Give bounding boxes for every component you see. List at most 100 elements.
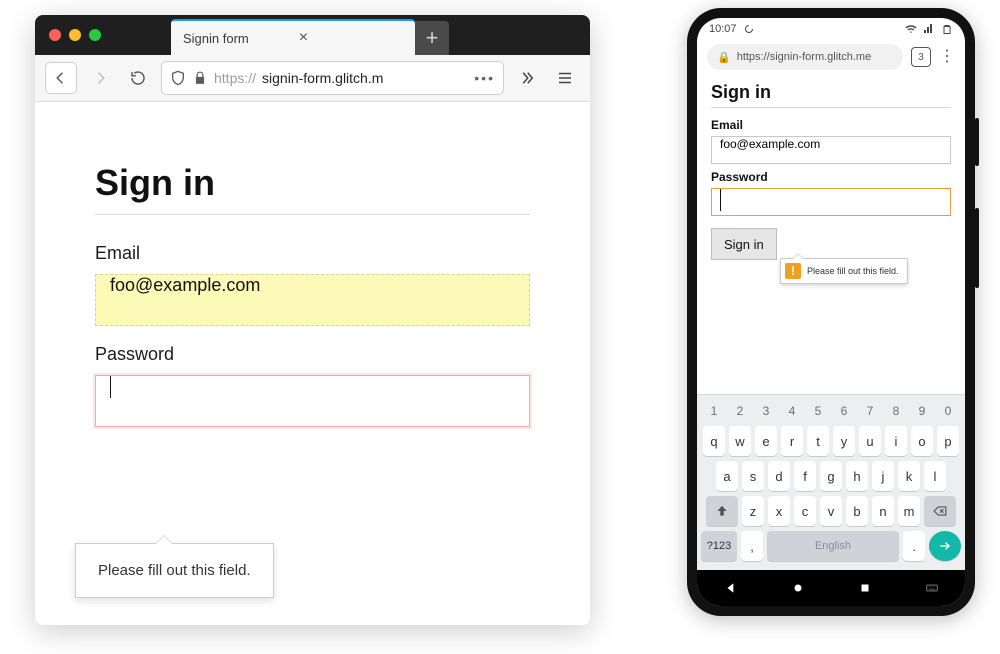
key-x[interactable]: x xyxy=(768,496,790,526)
nav-keyboard-button[interactable] xyxy=(924,580,940,596)
minimize-window-button[interactable] xyxy=(69,29,81,41)
key-3[interactable]: 3 xyxy=(755,401,777,421)
mobile-browser-toolbar: 🔒 https://signin-form.glitch.me 3 ⋮ xyxy=(697,40,965,74)
key-a[interactable]: a xyxy=(716,461,738,491)
text-caret xyxy=(110,376,111,398)
text-caret xyxy=(720,189,721,211)
site-info-icon[interactable]: ••• xyxy=(474,70,495,86)
key-o[interactable]: o xyxy=(911,426,933,456)
key-f[interactable]: f xyxy=(794,461,816,491)
browser-toolbar: https:// signin-form.glitch.m ••• xyxy=(35,55,590,102)
validation-tooltip: ! Please fill out this field. xyxy=(780,258,908,284)
reload-button[interactable] xyxy=(123,63,153,93)
back-button[interactable] xyxy=(45,62,77,94)
key-n[interactable]: n xyxy=(872,496,894,526)
android-navbar xyxy=(697,570,965,606)
email-field[interactable]: foo@example.com xyxy=(711,136,951,164)
password-label: Password xyxy=(95,344,530,365)
password-field[interactable] xyxy=(95,375,530,427)
validation-tooltip: Please fill out this field. xyxy=(75,543,274,598)
password-field[interactable] xyxy=(711,188,951,216)
address-bar[interactable]: https:// signin-form.glitch.m ••• xyxy=(161,61,504,95)
phone-side-button xyxy=(975,208,979,288)
enter-key[interactable] xyxy=(929,531,961,561)
key-1[interactable]: 1 xyxy=(703,401,725,421)
chevron-double-right-icon xyxy=(518,69,536,87)
backspace-key[interactable] xyxy=(924,496,956,526)
url-host: signin-form.glitch.m xyxy=(262,70,383,86)
hamburger-menu-button[interactable] xyxy=(550,63,580,93)
desktop-browser-window: Signin form × + https:// signin-form.glit… xyxy=(35,15,590,625)
reload-icon xyxy=(129,69,147,87)
key-l[interactable]: l xyxy=(924,461,946,491)
key-q[interactable]: q xyxy=(703,426,725,456)
status-time: 10:07 xyxy=(709,23,737,35)
phone-side-button xyxy=(975,118,979,166)
key-i[interactable]: i xyxy=(885,426,907,456)
mobile-url: https://signin-form.glitch.me xyxy=(737,51,872,63)
keyboard-icon xyxy=(925,581,939,595)
browser-tab[interactable]: Signin form × xyxy=(171,19,415,55)
lock-icon: 🔒 xyxy=(717,51,731,64)
arrow-right-icon xyxy=(938,539,952,553)
shift-key[interactable] xyxy=(706,496,738,526)
key-j[interactable]: j xyxy=(872,461,894,491)
key-8[interactable]: 8 xyxy=(885,401,907,421)
page-content: Sign in Email foo@example.com Password P… xyxy=(35,102,590,625)
arrow-left-icon xyxy=(52,69,70,87)
email-field[interactable]: foo@example.com xyxy=(95,274,530,326)
hamburger-icon xyxy=(556,69,574,87)
key-7[interactable]: 7 xyxy=(859,401,881,421)
fullscreen-window-button[interactable] xyxy=(89,29,101,41)
password-label: Password xyxy=(711,170,951,184)
key-d[interactable]: d xyxy=(768,461,790,491)
close-tab-icon[interactable]: × xyxy=(299,30,308,46)
url-protocol: https:// xyxy=(214,70,256,86)
mobile-address-bar[interactable]: 🔒 https://signin-form.glitch.me xyxy=(707,44,903,70)
new-tab-button[interactable]: + xyxy=(415,21,449,55)
arrow-right-icon xyxy=(91,69,109,87)
key-v[interactable]: v xyxy=(820,496,842,526)
key-h[interactable]: h xyxy=(846,461,868,491)
shift-icon xyxy=(715,504,729,518)
nav-recents-button[interactable] xyxy=(857,580,873,596)
symbols-key[interactable]: ?123 xyxy=(701,531,737,561)
kebab-menu-button[interactable]: ⋮ xyxy=(939,49,955,65)
key-9[interactable]: 9 xyxy=(911,401,933,421)
signin-button[interactable]: Sign in xyxy=(711,228,777,260)
key-u[interactable]: u xyxy=(859,426,881,456)
space-key[interactable]: English xyxy=(767,531,899,561)
tab-switcher-button[interactable]: 3 xyxy=(911,47,931,67)
key-y[interactable]: y xyxy=(833,426,855,456)
nav-home-button[interactable] xyxy=(790,580,806,596)
heading-divider xyxy=(95,214,530,215)
tab-title: Signin form xyxy=(183,31,249,46)
key-5[interactable]: 5 xyxy=(807,401,829,421)
key-p[interactable]: p xyxy=(937,426,959,456)
key-k[interactable]: k xyxy=(898,461,920,491)
key-0[interactable]: 0 xyxy=(937,401,959,421)
period-key[interactable]: . xyxy=(903,531,925,561)
close-window-button[interactable] xyxy=(49,29,61,41)
window-controls xyxy=(35,29,101,41)
key-w[interactable]: w xyxy=(729,426,751,456)
overflow-button[interactable] xyxy=(512,63,542,93)
comma-key[interactable]: , xyxy=(741,531,763,561)
nav-back-button[interactable] xyxy=(723,580,739,596)
backspace-icon xyxy=(933,504,947,518)
key-m[interactable]: m xyxy=(898,496,920,526)
key-b[interactable]: b xyxy=(846,496,868,526)
key-s[interactable]: s xyxy=(742,461,764,491)
validation-tooltip-text: Please fill out this field. xyxy=(98,562,251,579)
circle-icon xyxy=(791,581,805,595)
key-r[interactable]: r xyxy=(781,426,803,456)
key-6[interactable]: 6 xyxy=(833,401,855,421)
forward-button[interactable] xyxy=(85,63,115,93)
key-c[interactable]: c xyxy=(794,496,816,526)
key-g[interactable]: g xyxy=(820,461,842,491)
key-e[interactable]: e xyxy=(755,426,777,456)
key-2[interactable]: 2 xyxy=(729,401,751,421)
key-t[interactable]: t xyxy=(807,426,829,456)
key-z[interactable]: z xyxy=(742,496,764,526)
key-4[interactable]: 4 xyxy=(781,401,803,421)
